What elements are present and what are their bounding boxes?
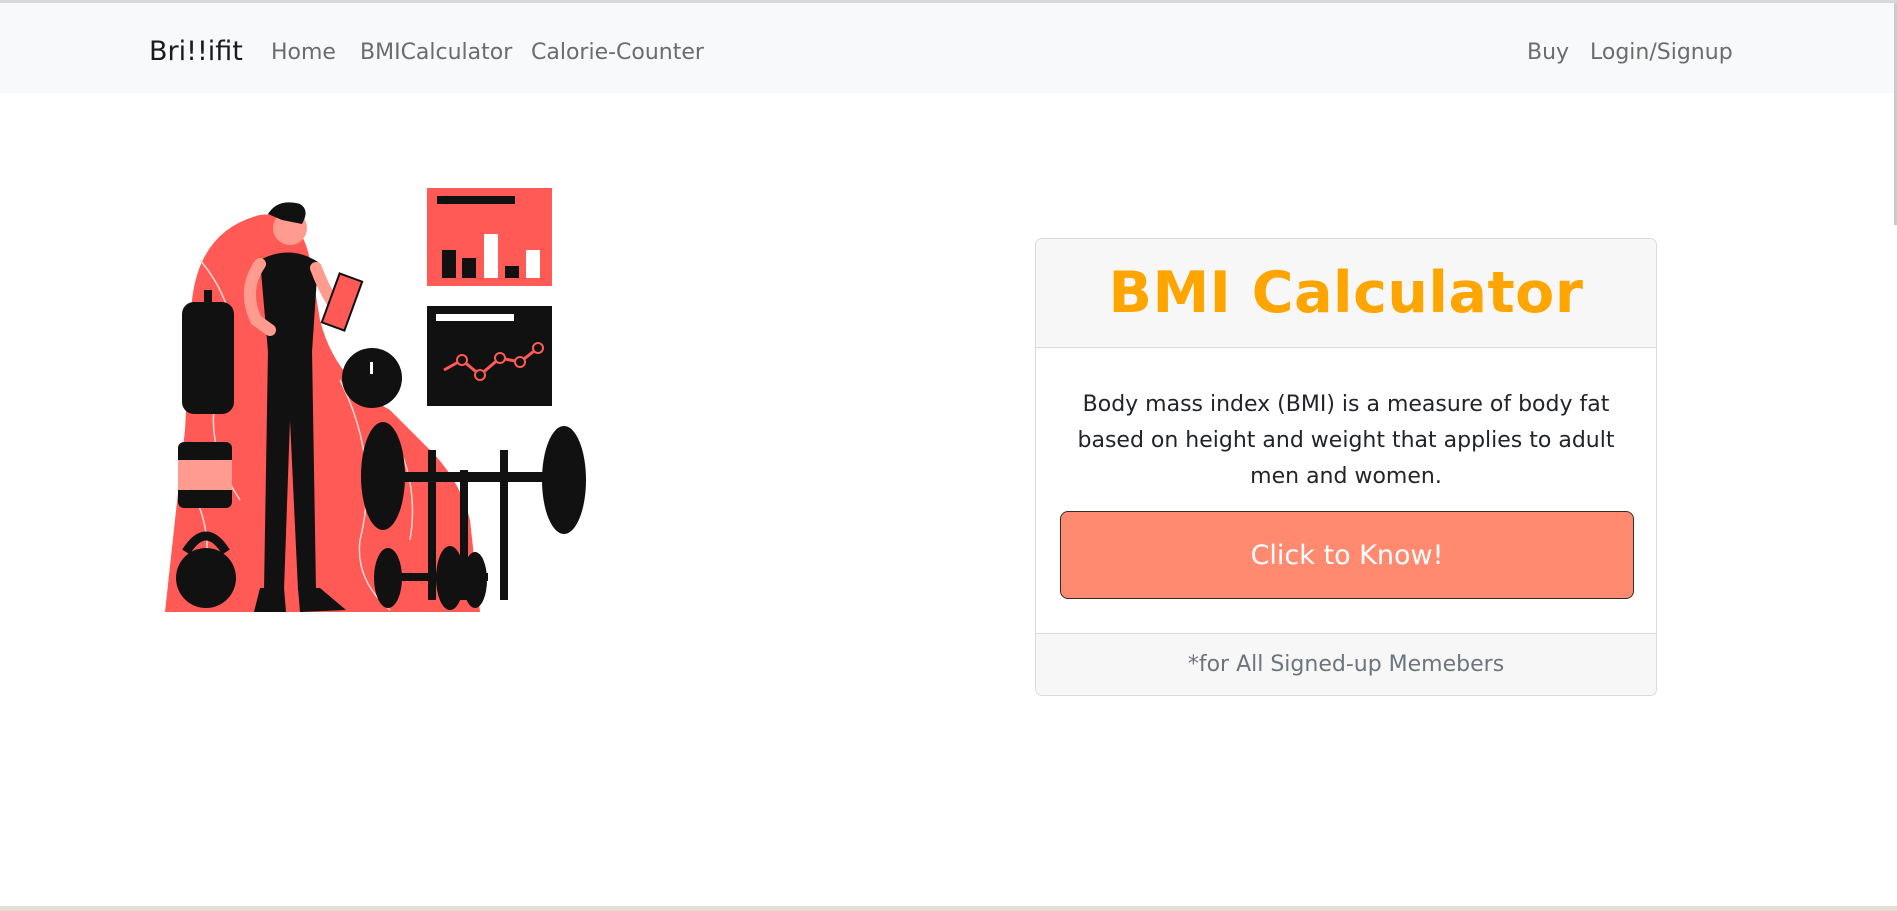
card-title: BMI Calculator <box>1108 260 1584 326</box>
card-description: Body mass index (BMI) is a measure of bo… <box>1077 392 1615 489</box>
nav-link-buy[interactable]: Buy <box>1527 39 1569 67</box>
bmi-card: BMI Calculator Body mass index (BMI) is … <box>1035 238 1657 696</box>
card-header: BMI Calculator <box>1036 239 1656 348</box>
card-footer: *for All Signed-up Memebers <box>1036 633 1656 695</box>
nav-link-bmi-calculator[interactable]: BMICalculator <box>360 39 512 67</box>
nav-link-calorie-counter[interactable]: Calorie-Counter <box>531 39 704 67</box>
nav-link-login-signup[interactable]: Login/Signup <box>1590 39 1733 67</box>
click-to-know-button[interactable]: Click to Know! <box>1060 511 1634 599</box>
nav-link-home[interactable]: Home <box>271 39 336 67</box>
brand-logo-link[interactable]: Bri!!ifit <box>149 35 243 69</box>
card-footer-text: *for All Signed-up Memebers <box>1187 652 1505 677</box>
window-bottom-border <box>0 906 1897 911</box>
fitness-trainer-illustration <box>160 180 600 620</box>
navbar: Bri!!ifit Home BMICalculator Calorie-Cou… <box>0 3 1897 93</box>
